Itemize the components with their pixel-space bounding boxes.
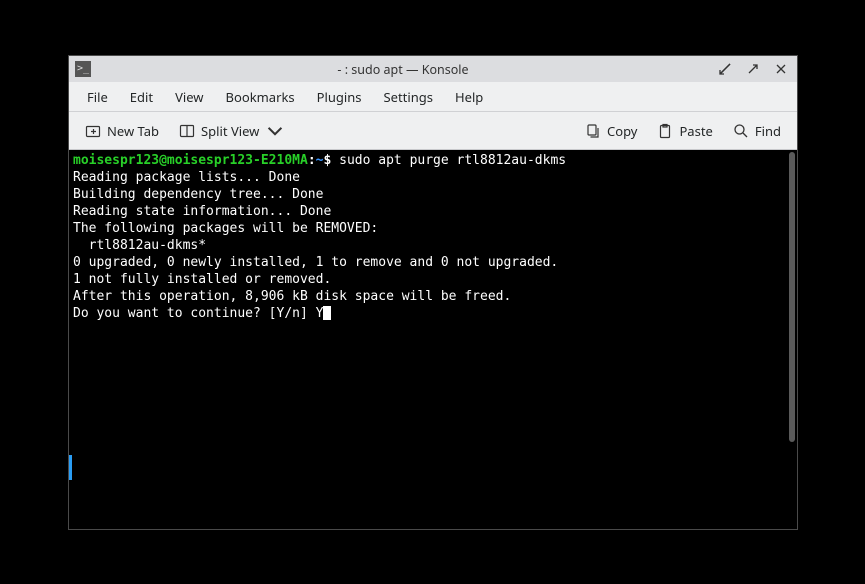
output-line: The following packages will be REMOVED: — [73, 221, 378, 236]
output-line: 1 not fully installed or removed. — [73, 272, 331, 287]
find-button[interactable]: Find — [725, 117, 789, 145]
command-text: sudo apt purge rtl8812au-dkms — [331, 153, 566, 168]
output-line: rtl8812au-dkms* — [73, 238, 206, 253]
titlebar[interactable]: >_ - : sudo apt — Konsole — [69, 56, 797, 82]
minimize-icon — [719, 63, 731, 75]
terminal-content[interactable]: moisespr123@moisespr123-E210MA:~$ sudo a… — [69, 150, 787, 529]
copy-label: Copy — [607, 122, 637, 140]
new-tab-label: New Tab — [107, 122, 159, 140]
new-tab-button[interactable]: New Tab — [77, 117, 167, 145]
prompt-userhost: moisespr123@moisespr123-E210MA — [73, 153, 308, 168]
scroll-thumb[interactable] — [789, 152, 795, 442]
selection-indicator — [69, 455, 72, 480]
menu-plugins[interactable]: Plugins — [307, 84, 372, 110]
output-line: Do you want to continue? [Y/n] Y — [73, 306, 323, 321]
konsole-window: >_ - : sudo apt — Konsole File Edit View… — [68, 55, 798, 530]
menu-settings[interactable]: Settings — [374, 84, 443, 110]
maximize-button[interactable] — [743, 59, 763, 79]
find-label: Find — [755, 122, 781, 140]
menubar: File Edit View Bookmarks Plugins Setting… — [69, 82, 797, 112]
split-view-icon — [179, 123, 195, 139]
menu-view[interactable]: View — [165, 84, 213, 110]
terminal-cursor — [323, 306, 331, 320]
maximize-icon — [747, 63, 759, 75]
output-line: Building dependency tree... Done — [73, 187, 323, 202]
output-line: 0 upgraded, 0 newly installed, 1 to remo… — [73, 255, 558, 270]
toolbar: New Tab Split View Copy Paste Find — [69, 112, 797, 150]
output-line: Reading package lists... Done — [73, 170, 300, 185]
minimize-button[interactable] — [715, 59, 735, 79]
copy-icon — [585, 123, 601, 139]
menu-bookmarks[interactable]: Bookmarks — [216, 84, 305, 110]
chevron-down-icon — [267, 123, 283, 139]
paste-icon — [657, 123, 673, 139]
output-line: After this operation, 8,906 kB disk spac… — [73, 289, 511, 304]
copy-button[interactable]: Copy — [577, 117, 645, 145]
menu-file[interactable]: File — [77, 84, 118, 110]
search-icon — [733, 123, 749, 139]
scrollbar[interactable] — [787, 150, 797, 529]
window-title: - : sudo apt — Konsole — [99, 61, 707, 78]
split-view-button[interactable]: Split View — [171, 117, 291, 145]
menu-help[interactable]: Help — [445, 84, 493, 110]
close-button[interactable] — [771, 59, 791, 79]
terminal-area[interactable]: moisespr123@moisespr123-E210MA:~$ sudo a… — [69, 150, 797, 529]
split-view-label: Split View — [201, 122, 259, 140]
app-icon: >_ — [75, 61, 91, 77]
close-icon — [775, 63, 787, 75]
new-tab-icon — [85, 123, 101, 139]
paste-label: Paste — [679, 122, 712, 140]
menu-edit[interactable]: Edit — [120, 84, 163, 110]
prompt-colon: : — [308, 153, 316, 168]
output-line: Reading state information... Done — [73, 204, 331, 219]
paste-button[interactable]: Paste — [649, 117, 720, 145]
